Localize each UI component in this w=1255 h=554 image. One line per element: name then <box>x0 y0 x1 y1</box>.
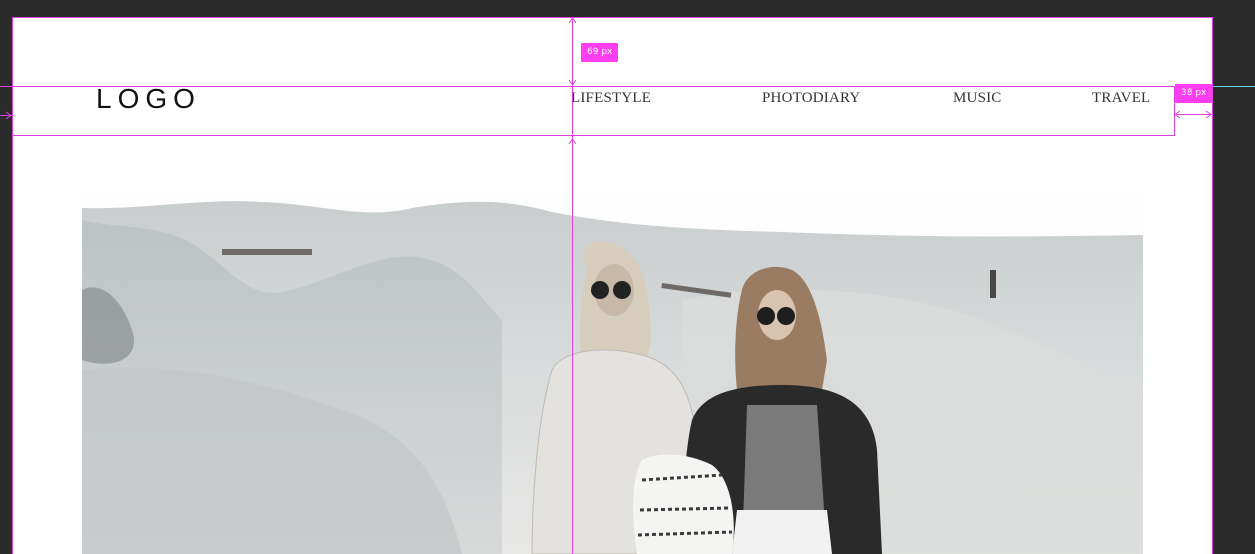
measure-arrow-right <box>1174 106 1212 119</box>
guide-header-bottom <box>12 135 1174 136</box>
artboard: LOGO LIFESTYLE PHOTODIARY MUSIC TRAVEL 6… <box>12 17 1213 554</box>
nav-item-photodiary[interactable]: PHOTODIARY <box>762 90 860 107</box>
guide-outside-left-arrow <box>0 107 12 120</box>
measure-badge-top: 69 px <box>581 43 619 62</box>
guide-cyan-right <box>1213 86 1255 87</box>
measure-arrow-bottom <box>568 135 577 145</box>
guide-left-edge <box>12 17 13 554</box>
nav-item-travel[interactable]: TRAVEL <box>1092 90 1150 107</box>
site-logo[interactable]: LOGO <box>96 83 201 115</box>
nav-item-lifestyle[interactable]: LIFESTYLE <box>571 90 651 107</box>
nav-item-music[interactable]: MUSIC <box>953 90 1002 107</box>
guide-header-top-outside-left <box>0 86 12 87</box>
hero-image <box>82 180 1143 554</box>
measure-badge-right: 38 px <box>1175 84 1213 103</box>
guide-top-edge <box>12 17 1213 18</box>
measure-arrow-top <box>568 17 577 86</box>
guide-right-edge <box>1212 17 1213 554</box>
